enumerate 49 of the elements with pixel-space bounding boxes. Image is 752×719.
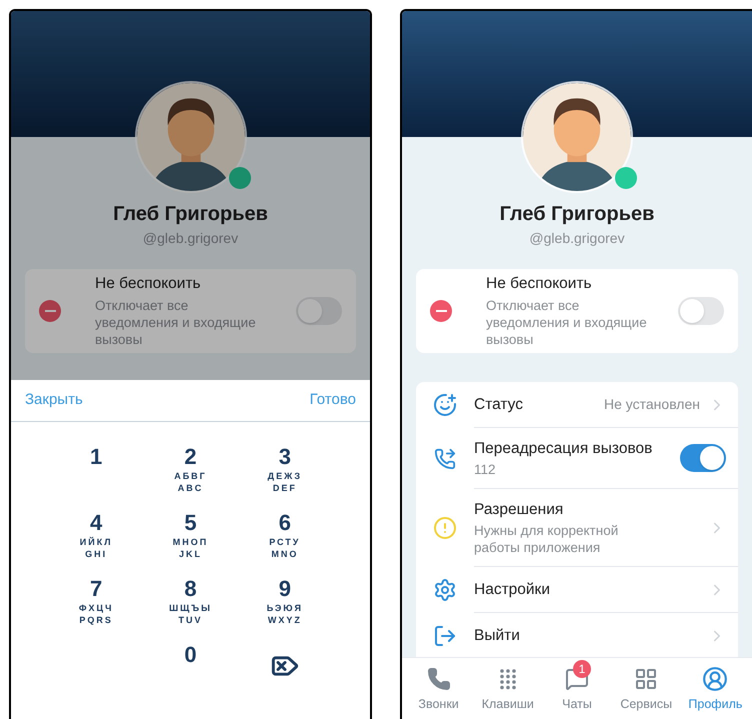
user-name: Глеб Григорьев (112, 202, 269, 227)
user-handle: @gleb.grigorev (142, 229, 240, 247)
phone-icon (426, 667, 451, 691)
toggle-switch[interactable] (680, 444, 726, 472)
user-handle: @gleb.grigorev (528, 229, 626, 247)
menu-subtitle: Нужны для корректной работы приложения (474, 522, 620, 556)
dial-key[interactable]: 1 (49, 444, 144, 496)
dial-key[interactable]: 0 (143, 642, 238, 694)
menu-label: Переадресация вызовов (474, 439, 654, 459)
toggle-switch[interactable] (296, 297, 342, 325)
dial-key[interactable]: 6 РСТУ MNO (238, 510, 332, 562)
menu-label: Статус (474, 395, 524, 415)
dnd-description: Отключает все уведомления и входящие вызовы (95, 297, 257, 348)
dial-key[interactable]: 2 АБВГ ABC (143, 444, 238, 496)
menu-item[interactable]: Выйти (416, 613, 738, 657)
dnd-description: Отключает все уведомления и входящие вызовы (486, 297, 648, 348)
dnd-title: Не беспокоить (486, 274, 593, 294)
dnd-title: Не беспокоить (95, 274, 202, 294)
settings-icon (433, 578, 457, 602)
tab-item[interactable]: Клавиши (473, 658, 542, 719)
menu-item[interactable]: Статус Не установлен (416, 382, 738, 428)
dial-key[interactable]: 7 ФХЦЧ PQRS (49, 576, 144, 628)
dial-key[interactable]: 3 ДЕЖЗ DEF (238, 444, 332, 496)
tab-item[interactable]: 1 Чаты (542, 658, 612, 719)
menu-item[interactable]: Разрешения Нужны для корректной работы приложения (416, 489, 738, 567)
status-value: Не установлен (604, 395, 700, 414)
dial-key[interactable]: 8 ШЩЪЫ TUV (143, 576, 238, 628)
smile-plus-icon (433, 393, 457, 417)
menu-subtitle: 112 (474, 461, 497, 478)
menu-label: Выйти (474, 626, 521, 646)
dial-key[interactable]: 9 ЬЭЮЯ WXYZ (238, 576, 332, 628)
grid-icon (634, 667, 658, 691)
phone-forward-icon (434, 448, 456, 470)
menu-item[interactable]: Переадресация вызовов 112 (416, 428, 738, 489)
profile-icon (702, 666, 728, 692)
menu-item[interactable]: Настройки (416, 567, 738, 613)
warning-icon (433, 516, 457, 540)
menu-label: Настройки (474, 580, 552, 600)
minus-icon (39, 300, 61, 322)
unread-badge: 1 (573, 660, 591, 678)
user-name: Глеб Григорьев (498, 202, 656, 227)
tab-item[interactable]: Звонки (404, 658, 474, 719)
minus-icon (430, 300, 452, 322)
menu-label: Разрешения (474, 500, 564, 520)
tab-item[interactable]: Сервисы (612, 658, 681, 719)
dial-key[interactable]: 5 МНОП JKL (143, 510, 238, 562)
toggle-switch[interactable] (678, 297, 724, 325)
logout-icon (433, 624, 457, 648)
dial-key[interactable]: 4 ИЙКЛ GHI (49, 510, 144, 562)
